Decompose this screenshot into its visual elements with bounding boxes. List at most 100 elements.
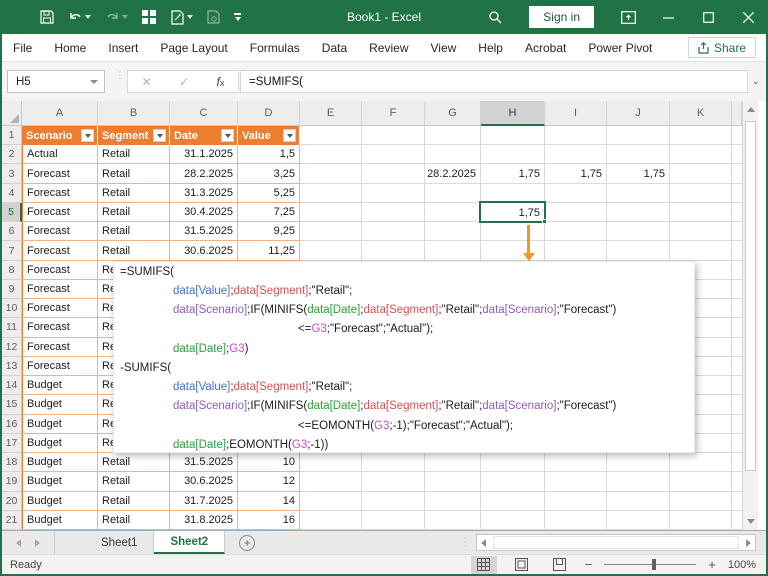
filter-dropdown-icon[interactable] bbox=[153, 129, 166, 142]
next-sheet-icon[interactable] bbox=[35, 538, 40, 547]
sign-in-button[interactable]: Sign in bbox=[529, 6, 594, 28]
document-tool-icon[interactable] bbox=[207, 10, 220, 24]
scroll-up-icon[interactable] bbox=[747, 107, 755, 112]
redo-button[interactable] bbox=[105, 10, 128, 24]
column-header-partial[interactable] bbox=[732, 101, 742, 126]
table-cell[interactable]: 28.2.2025 bbox=[170, 164, 238, 184]
tab-view[interactable]: View bbox=[420, 34, 468, 62]
insert-function-icon[interactable]: fx bbox=[216, 75, 224, 89]
table-cell[interactable]: Forecast bbox=[22, 337, 98, 357]
row-header-8[interactable]: 8 bbox=[2, 260, 22, 280]
name-box[interactable]: H5 bbox=[7, 70, 105, 93]
table-cell[interactable]: Budget bbox=[22, 510, 98, 530]
table-cell[interactable]: Retail bbox=[98, 472, 170, 492]
tab-page-layout[interactable]: Page Layout bbox=[149, 34, 238, 62]
table-cell[interactable]: Retail bbox=[98, 241, 170, 261]
cell-I3[interactable]: 1,75 bbox=[545, 164, 607, 183]
sheet-tab-sheet2[interactable]: Sheet2 bbox=[154, 531, 226, 554]
save-icon[interactable] bbox=[40, 10, 54, 24]
table-cell[interactable]: Forecast bbox=[22, 260, 98, 280]
zoom-slider-handle[interactable] bbox=[652, 559, 657, 570]
table-cell[interactable]: Forecast bbox=[22, 299, 98, 319]
row-header-1[interactable]: 1 bbox=[2, 126, 22, 146]
table-cell[interactable]: 11,25 bbox=[238, 241, 300, 261]
print-preview-button[interactable] bbox=[170, 9, 193, 25]
table-cell[interactable]: 31.5.2025 bbox=[170, 453, 238, 473]
table-cell[interactable]: Retail bbox=[98, 202, 170, 223]
table-cell[interactable]: Retail bbox=[98, 453, 170, 473]
column-header-H[interactable]: H bbox=[481, 101, 545, 126]
table-cell[interactable]: 9,25 bbox=[238, 222, 300, 242]
table-cell[interactable]: Forecast bbox=[22, 318, 98, 338]
row-header-11[interactable]: 11 bbox=[2, 318, 22, 338]
fill-handle[interactable] bbox=[542, 219, 547, 225]
table-cell[interactable]: 31.1.2025 bbox=[170, 145, 238, 165]
tab-formulas[interactable]: Formulas bbox=[239, 34, 311, 62]
cell-H3[interactable]: 1,75 bbox=[481, 164, 545, 183]
table-cell[interactable]: Forecast bbox=[22, 202, 98, 223]
row-header-10[interactable]: 10 bbox=[2, 299, 22, 319]
formula-input[interactable]: =SUMIFS( bbox=[240, 70, 748, 93]
table-cell[interactable]: Forecast bbox=[22, 222, 98, 242]
tab-file[interactable]: File bbox=[2, 34, 43, 62]
zoom-slider[interactable] bbox=[604, 559, 697, 570]
table-cell[interactable]: 31.3.2025 bbox=[170, 183, 238, 203]
row-header-16[interactable]: 16 bbox=[2, 414, 22, 434]
row-header-18[interactable]: 18 bbox=[2, 453, 22, 473]
cell-G3[interactable]: 28.2.2025 bbox=[425, 164, 481, 183]
table-cell[interactable]: Budget bbox=[22, 472, 98, 492]
page-layout-view-icon[interactable] bbox=[509, 556, 535, 574]
print-preview-dropdown-icon[interactable] bbox=[187, 15, 193, 19]
column-header-D[interactable]: D bbox=[238, 101, 300, 126]
table-cell[interactable]: Budget bbox=[22, 433, 98, 454]
row-header-15[interactable]: 15 bbox=[2, 395, 22, 415]
new-sheet-button[interactable]: + bbox=[239, 534, 256, 551]
page-break-preview-icon[interactable] bbox=[547, 556, 573, 574]
column-header-K[interactable]: K bbox=[670, 101, 732, 126]
scroll-right-icon[interactable] bbox=[746, 539, 751, 547]
horizontal-scroll-thumb[interactable] bbox=[493, 536, 739, 549]
column-header-I[interactable]: I bbox=[545, 101, 607, 126]
table-cell[interactable]: Actual bbox=[22, 145, 98, 165]
scroll-down-icon[interactable] bbox=[747, 519, 755, 524]
tab-help[interactable]: Help bbox=[467, 34, 514, 62]
zoom-level[interactable]: 100% bbox=[728, 559, 756, 571]
zoom-in-button[interactable]: + bbox=[708, 557, 716, 572]
table-cell[interactable]: Forecast bbox=[22, 241, 98, 261]
tab-data[interactable]: Data bbox=[311, 34, 358, 62]
row-header-7[interactable]: 7 bbox=[2, 241, 22, 261]
table-cell[interactable]: 31.7.2025 bbox=[170, 491, 238, 511]
row-header-6[interactable]: 6 bbox=[2, 222, 22, 242]
cell-J3[interactable]: 1,75 bbox=[607, 164, 670, 183]
row-header-21[interactable]: 21 bbox=[2, 510, 22, 530]
filter-dropdown-icon[interactable] bbox=[81, 129, 94, 142]
table-cell[interactable]: Retail bbox=[98, 145, 170, 165]
table-cell[interactable]: Retail bbox=[98, 183, 170, 203]
vertical-scrollbar[interactable] bbox=[742, 101, 758, 530]
column-header-F[interactable]: F bbox=[362, 101, 425, 126]
row-header-4[interactable]: 4 bbox=[2, 183, 22, 203]
tab-review[interactable]: Review bbox=[358, 34, 419, 62]
table-cell[interactable]: Budget bbox=[22, 491, 98, 511]
column-header-J[interactable]: J bbox=[607, 101, 670, 126]
table-cell[interactable]: Retail bbox=[98, 164, 170, 184]
row-header-3[interactable]: 3 bbox=[2, 164, 22, 184]
undo-dropdown-icon[interactable] bbox=[85, 15, 91, 19]
table-cell[interactable]: 31.8.2025 bbox=[170, 510, 238, 530]
tabbar-splitter[interactable]: ⋮ bbox=[460, 537, 470, 548]
search-icon[interactable] bbox=[475, 0, 515, 34]
table-cell[interactable]: 3,25 bbox=[238, 164, 300, 184]
row-header-17[interactable]: 17 bbox=[2, 433, 22, 454]
table-cell[interactable]: 30.4.2025 bbox=[170, 202, 238, 223]
zoom-out-button[interactable]: − bbox=[585, 557, 593, 572]
filter-dropdown-icon[interactable] bbox=[283, 129, 296, 142]
table-cell[interactable]: 30.6.2025 bbox=[170, 241, 238, 261]
enter-formula-icon[interactable]: ✓ bbox=[179, 75, 189, 89]
table-cell[interactable]: 31.5.2025 bbox=[170, 222, 238, 242]
table-cell[interactable]: Forecast bbox=[22, 183, 98, 203]
table-cell[interactable]: 7,25 bbox=[238, 202, 300, 223]
table-cell[interactable]: Budget bbox=[22, 376, 98, 396]
row-header-20[interactable]: 20 bbox=[2, 491, 22, 511]
table-cell[interactable]: Budget bbox=[22, 414, 98, 434]
column-header-E[interactable]: E bbox=[300, 101, 362, 126]
